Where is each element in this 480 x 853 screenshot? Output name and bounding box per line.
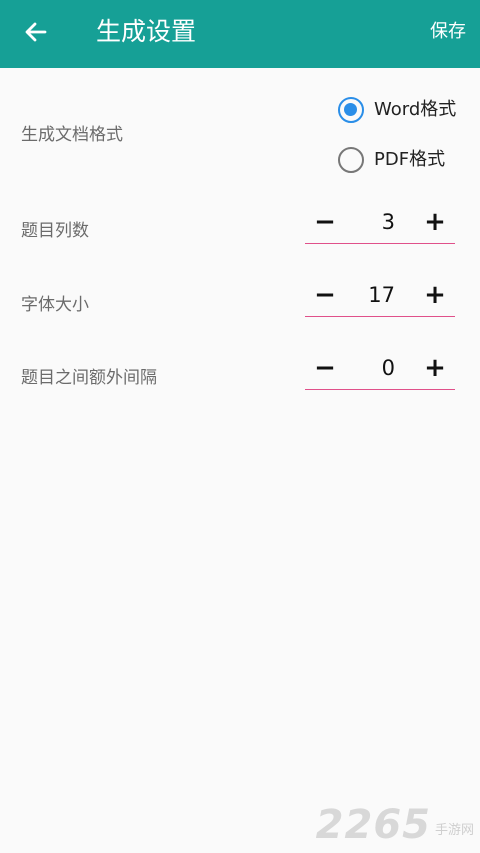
columns-increment-button[interactable]: + [417, 204, 453, 240]
columns-stepper: − 3 + [305, 204, 455, 244]
font-size-value[interactable]: 17 [368, 281, 395, 309]
format-label: 生成文档格式 [21, 125, 123, 145]
radio-pdf-label: PDF格式 [374, 149, 446, 170]
spacing-decrement-button[interactable]: − [307, 350, 343, 386]
columns-value[interactable]: 3 [382, 208, 395, 236]
spacing-increment-button[interactable]: + [417, 350, 453, 386]
watermark-text: 手游网 [434, 823, 474, 838]
radio-word-format[interactable]: Word格式 [338, 95, 456, 125]
save-button[interactable]: 保存 [430, 18, 466, 46]
font-size-increment-button[interactable]: + [417, 277, 453, 313]
app-bar: 生成设置 保存 [0, 0, 480, 68]
radio-word-label: Word格式 [374, 99, 457, 120]
radio-checked-icon[interactable] [338, 97, 364, 123]
watermark-number: 2265 [315, 802, 431, 848]
radio-unchecked-icon[interactable] [338, 147, 364, 173]
font-size-label: 字体大小 [21, 295, 89, 315]
spacing-label: 题目之间额外间隔 [21, 368, 157, 388]
columns-label: 题目列数 [21, 221, 89, 241]
font-size-stepper: − 17 + [305, 277, 455, 317]
watermark-logo: 2265 手游网 [316, 805, 474, 845]
font-size-decrement-button[interactable]: − [307, 277, 343, 313]
page-title: 生成设置 [96, 17, 197, 46]
arrow-left-icon [25, 22, 47, 42]
spacing-value[interactable]: 0 [382, 354, 395, 382]
settings-content: 生成文档格式 Word格式 PDF格式 题目列数 − 3 + 字体大小 − 17… [0, 68, 480, 853]
radio-pdf-format[interactable]: PDF格式 [338, 145, 445, 175]
spacing-stepper: − 0 + [305, 350, 455, 390]
columns-decrement-button[interactable]: − [307, 204, 343, 240]
back-button[interactable] [14, 12, 58, 52]
